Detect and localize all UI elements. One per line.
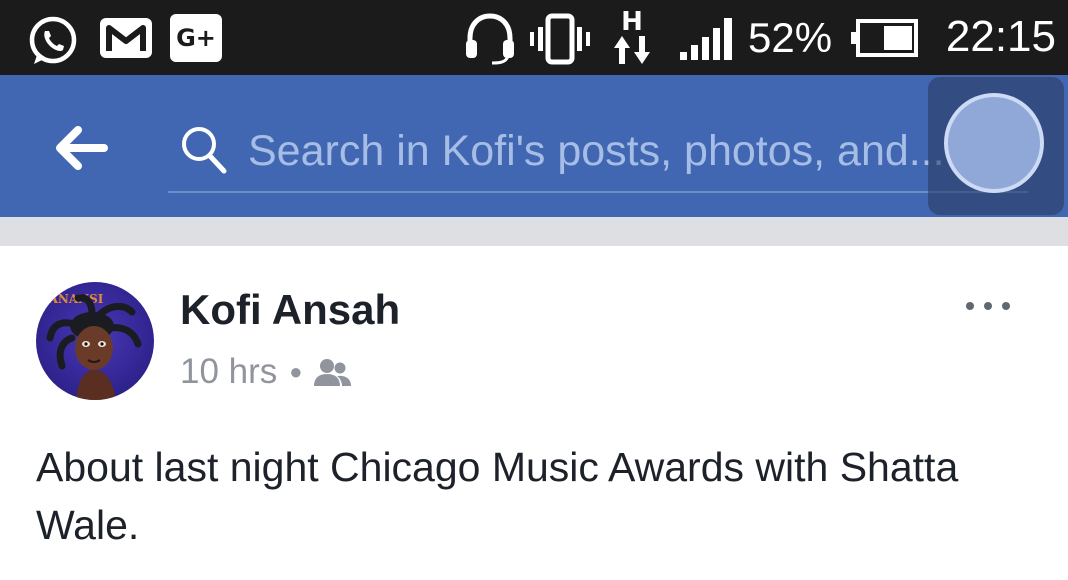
vibrate-icon xyxy=(530,13,590,65)
hspa-data-icon: H xyxy=(614,8,650,64)
search-input[interactable] xyxy=(248,123,1008,179)
back-button[interactable] xyxy=(46,120,118,176)
post-timestamp[interactable]: 10 hrs xyxy=(180,352,277,392)
avatar-image: ANANSI xyxy=(36,282,154,400)
post-meta: 10 hrs ● xyxy=(180,348,353,396)
post-author-name[interactable]: Kofi Ansah xyxy=(180,286,400,334)
gmail-icon xyxy=(100,18,152,58)
touch-feedback-overlay xyxy=(928,77,1064,215)
more-options-button[interactable] xyxy=(958,288,1018,328)
google-plus-icon: G+ xyxy=(170,14,222,62)
avatar[interactable]: ANANSI xyxy=(36,282,154,400)
search-header xyxy=(0,75,1068,217)
more-options-icon xyxy=(966,302,1010,310)
clock: 22:15 xyxy=(945,12,1056,61)
friends-icon[interactable] xyxy=(313,357,353,387)
search-icon xyxy=(182,127,227,174)
post-text: About last night Chicago Music Awards wi… xyxy=(36,444,959,548)
touch-indicator xyxy=(944,93,1044,193)
back-arrow-icon xyxy=(56,126,108,170)
headset-icon xyxy=(466,13,514,65)
status-bar: G+ H 52% 22:15 xyxy=(0,0,1068,75)
signal-icon xyxy=(680,18,732,60)
meta-separator: ● xyxy=(289,359,303,384)
search-field[interactable] xyxy=(168,109,1028,193)
section-divider xyxy=(0,217,1068,246)
data-type-label: H xyxy=(621,8,643,37)
battery-percentage: 52% xyxy=(748,14,833,61)
post-card: ANANSI Kofi Ansah 10 hrs ● About last ni… xyxy=(0,246,1068,580)
battery-icon xyxy=(851,19,918,57)
whatsapp-icon xyxy=(29,16,77,64)
